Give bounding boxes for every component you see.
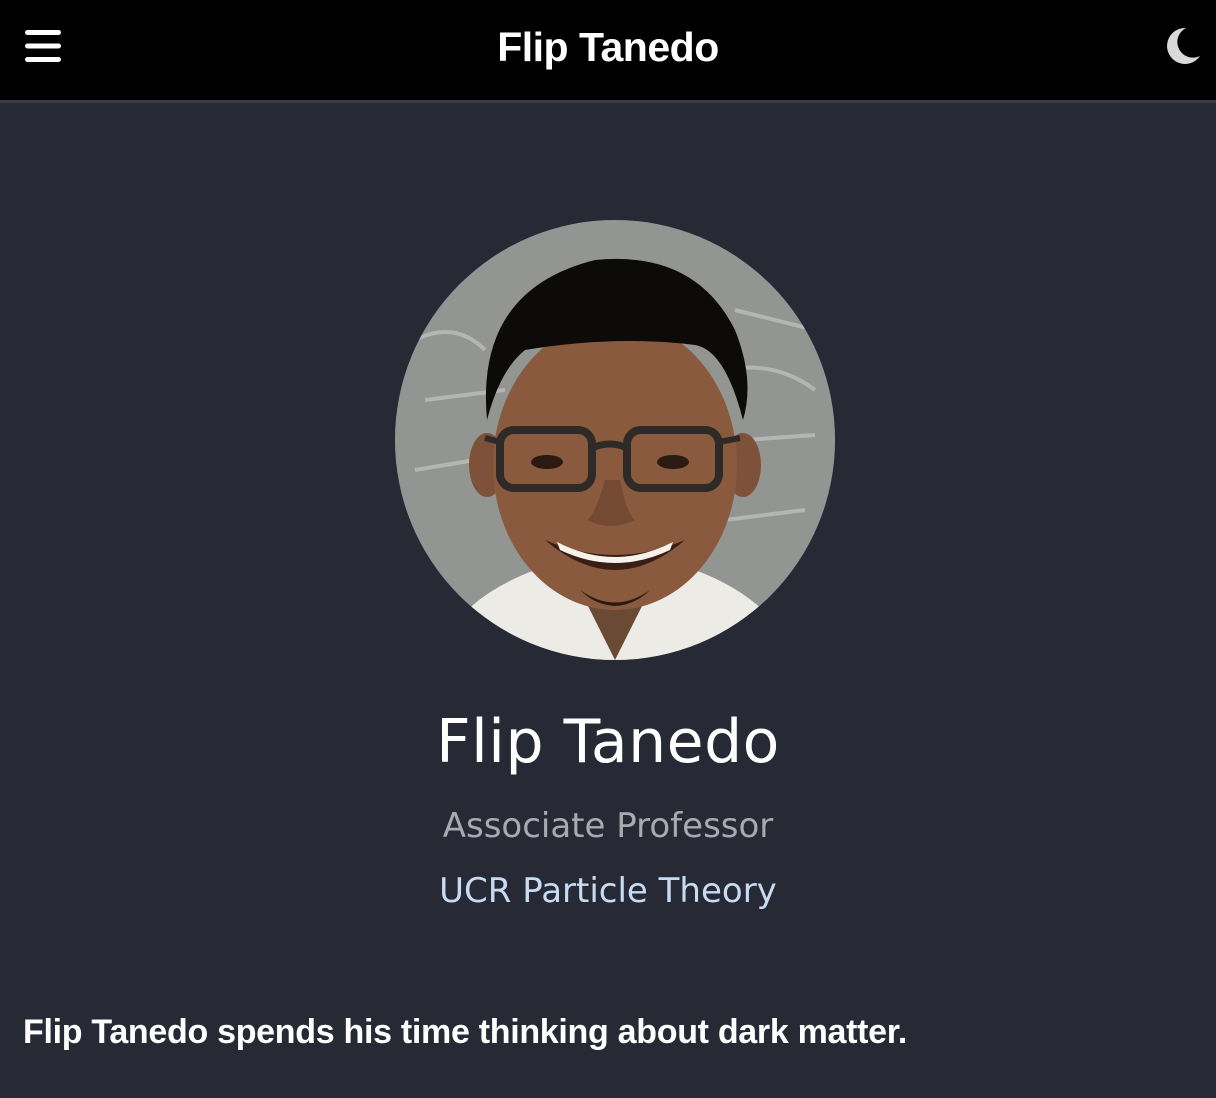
profile-name: Flip Tanedo bbox=[436, 707, 780, 777]
profile-role: Associate Professor bbox=[442, 806, 774, 846]
organization-link[interactable]: UCR Particle Theory bbox=[0, 869, 1216, 913]
profile-photo bbox=[395, 220, 835, 660]
bio-text: Flip Tanedo spends his time thinking abo… bbox=[23, 1013, 907, 1051]
top-navbar: Flip Tanedo bbox=[0, 0, 1216, 103]
site-title[interactable]: Flip Tanedo bbox=[0, 22, 1216, 72]
moon-icon[interactable] bbox=[1164, 26, 1202, 66]
